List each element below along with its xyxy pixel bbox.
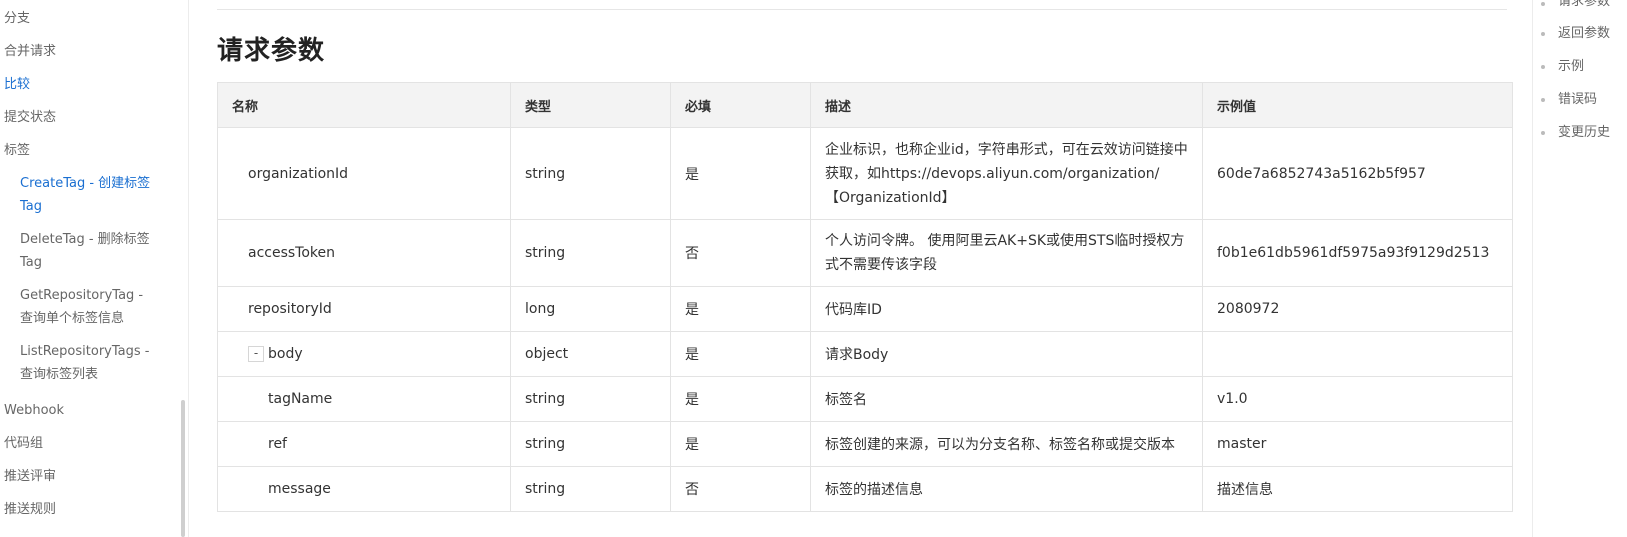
param-name: ref <box>268 436 287 452</box>
param-type: string <box>510 219 671 287</box>
param-name: message <box>268 481 331 497</box>
param-required: 是 <box>670 127 811 220</box>
param-example <box>1202 331 1513 377</box>
column-header-required: 必填 <box>670 82 811 128</box>
table-row: accessToken string 否 个人访问令牌。 使用阿里云AK+SK或… <box>217 219 1513 287</box>
param-example: 2080972 <box>1202 286 1513 332</box>
section-heading: 请求参数 <box>217 36 326 66</box>
toc-item-examples[interactable]: 示例 <box>1558 57 1584 77</box>
param-type: string <box>510 127 671 220</box>
param-name: body <box>268 346 303 362</box>
sidebar-item-merge-request[interactable]: 合并请求 <box>4 42 56 62</box>
table-row: message string 否 标签的描述信息 描述信息 <box>217 466 1513 512</box>
param-description: 个人访问令牌。 使用阿里云AK+SK或使用STS临时授权方式不需要传该字段 <box>810 219 1203 287</box>
param-type: long <box>510 286 671 332</box>
toc-item-request-params[interactable]: 请求参数 <box>1558 0 1610 12</box>
sidebar-item-code-group[interactable]: 代码组 <box>4 434 43 454</box>
collapse-toggle-button[interactable]: - <box>248 346 264 362</box>
param-required: 否 <box>670 219 811 287</box>
toc-item-response-params[interactable]: 返回参数 <box>1558 24 1610 44</box>
bullet-icon <box>1541 131 1545 135</box>
sidebar-subitem-delete-tag[interactable]: DeleteTag - 删除标签Tag <box>20 228 160 274</box>
params-table: 名称 类型 必填 描述 示例值 organizationId string 是 … <box>217 82 1513 512</box>
bullet-icon <box>1541 2 1545 6</box>
sidebar-item-compare[interactable]: 比较 <box>4 75 30 95</box>
param-name: repositoryId <box>248 301 332 317</box>
column-header-name: 名称 <box>217 82 511 128</box>
param-example: v1.0 <box>1202 376 1513 422</box>
table-row: - body object 是 请求Body <box>217 331 1513 377</box>
param-description: 代码库ID <box>810 286 1203 332</box>
sidebar-item-webhook[interactable]: Webhook <box>4 401 64 421</box>
param-example: f0b1e61db5961df5975a93f9129d2513 <box>1202 219 1513 287</box>
param-type: string <box>510 376 671 422</box>
bullet-icon <box>1541 65 1545 69</box>
param-name: tagName <box>268 391 333 407</box>
bullet-icon <box>1541 32 1545 36</box>
param-required: 是 <box>670 376 811 422</box>
bullet-icon <box>1541 98 1545 102</box>
sidebar-item-push-rules[interactable]: 推送规则 <box>4 500 56 520</box>
param-type: object <box>510 331 671 377</box>
sidebar-item-push-review[interactable]: 推送评审 <box>4 467 56 487</box>
sidebar-subitem-list-repository-tags[interactable]: ListRepositoryTags - 查询标签列表 <box>20 340 160 386</box>
param-type: string <box>510 421 671 467</box>
table-of-contents: 请求参数 返回参数 示例 错误码 变更历史 <box>1532 0 1627 537</box>
table-header-row: 名称 类型 必填 描述 示例值 <box>217 82 1513 128</box>
table-row: repositoryId long 是 代码库ID 2080972 <box>217 286 1513 332</box>
param-required: 否 <box>670 466 811 512</box>
table-row: organizationId string 是 企业标识，也称企业id，字符串形… <box>217 127 1513 220</box>
sidebar-subitem-create-tag[interactable]: CreateTag - 创建标签Tag <box>20 172 160 218</box>
param-description: 标签的描述信息 <box>810 466 1203 512</box>
param-example: 描述信息 <box>1202 466 1513 512</box>
column-header-description: 描述 <box>810 82 1203 128</box>
sidebar-item-tag[interactable]: 标签 <box>4 141 30 161</box>
param-description: 请求Body <box>810 331 1203 377</box>
toc-item-error-codes[interactable]: 错误码 <box>1558 90 1597 110</box>
table-row: ref string 是 标签创建的来源，可以为分支名称、标签名称或提交版本 m… <box>217 421 1513 467</box>
sidebar-scrollbar[interactable] <box>181 400 185 537</box>
section-divider <box>217 9 1507 10</box>
table-row: tagName string 是 标签名 v1.0 <box>217 376 1513 422</box>
sidebar-item-branch[interactable]: 分支 <box>4 9 30 29</box>
param-example: 60de7a6852743a5162b5f957 <box>1202 127 1513 220</box>
param-description: 标签创建的来源，可以为分支名称、标签名称或提交版本 <box>810 421 1203 467</box>
toc-item-change-history[interactable]: 变更历史 <box>1558 123 1610 143</box>
sidebar: 分支 合并请求 比较 提交状态 标签 CreateTag - 创建标签Tag D… <box>0 0 189 537</box>
param-example: master <box>1202 421 1513 467</box>
param-description: 标签名 <box>810 376 1203 422</box>
param-description: 企业标识，也称企业id，字符串形式，可在云效访问链接中获取，如https://d… <box>810 127 1203 220</box>
column-header-example: 示例值 <box>1202 82 1513 128</box>
param-required: 是 <box>670 286 811 332</box>
sidebar-item-commit-status[interactable]: 提交状态 <box>4 108 56 128</box>
param-name: accessToken <box>248 245 336 261</box>
column-header-type: 类型 <box>510 82 671 128</box>
param-name: organizationId <box>248 165 349 182</box>
param-required: 是 <box>670 421 811 467</box>
param-required: 是 <box>670 331 811 377</box>
param-type: string <box>510 466 671 512</box>
sidebar-subitem-get-repository-tag[interactable]: GetRepositoryTag - 查询单个标签信息 <box>20 284 160 330</box>
